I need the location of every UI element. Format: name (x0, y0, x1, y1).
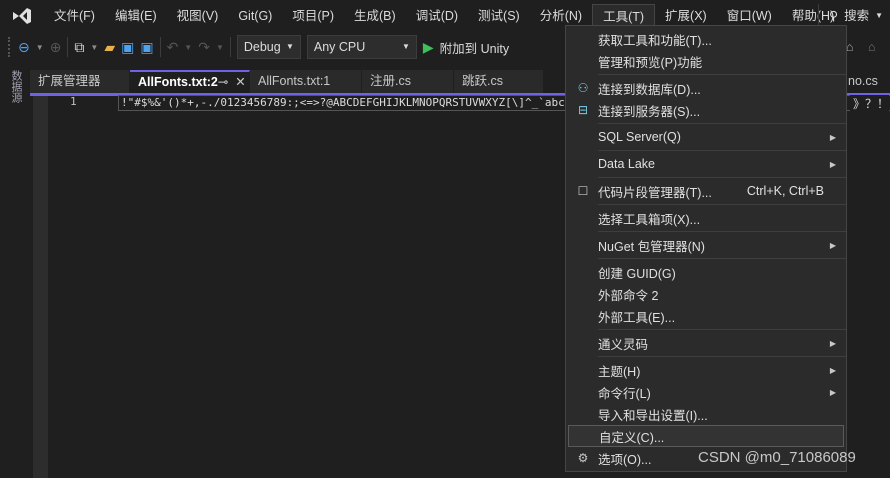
plug-database-icon: ⚇ (577, 81, 589, 95)
menu-1[interactable]: 编辑(E) (105, 4, 167, 28)
menu-item-label: 选择工具箱项(X)... (598, 212, 701, 227)
visual-studio-logo-icon[interactable] (0, 0, 44, 32)
tools-menu-item[interactable]: 选择工具箱项(X)... (568, 207, 844, 229)
line-number: 1 (70, 95, 77, 108)
tools-menu-dropdown: 获取工具和功能(T)... 管理和预览(P)功能 ⚇ 连接到数据库(D)... ⊟ 连接到… (565, 25, 847, 472)
play-icon[interactable]: ▶ (423, 39, 434, 56)
submenu-arrow-icon: ▶ (829, 365, 836, 375)
tools-menu-item[interactable]: 外部工具(E)... (568, 305, 844, 327)
attach-unity-button[interactable]: 附加到 Unity (440, 38, 509, 57)
search-label: 搜索 (844, 9, 870, 23)
shortcut-label: Ctrl+K, Ctrl+B (746, 184, 824, 198)
tab-extension-manager[interactable]: 扩展管理器 (30, 70, 130, 93)
menu-4[interactable]: 项目(P) (282, 4, 344, 28)
tools-menu-item[interactable]: 主题(H) ▶ (568, 359, 844, 381)
editor-gutter (33, 96, 48, 478)
open-folder-icon[interactable]: ▰ (104, 39, 115, 56)
submenu-arrow-icon: ▶ (829, 387, 836, 397)
menu-item-label: 外部命令 2 (598, 288, 659, 303)
tab-label: 注册.cs (370, 74, 411, 88)
redo-icon[interactable]: ↷ (198, 39, 210, 56)
platform-value: Any CPU (313, 40, 366, 54)
chevron-down-icon[interactable]: ▼ (36, 43, 44, 52)
tools-menu-item[interactable]: ⚇ 连接到数据库(D)... (568, 77, 844, 99)
menu-item-label: 自定义(C)... (599, 430, 665, 445)
pin-icon[interactable]: ⊸ (218, 75, 228, 89)
menu-item-label: 创建 GUID(G) (598, 266, 676, 281)
tab-label: AllFonts.txt:2 (138, 75, 218, 89)
submenu-arrow-icon: ▶ (829, 159, 836, 169)
tools-menu-item[interactable]: 命令行(L) ▶ (568, 381, 844, 403)
tools-menu-item[interactable]: 导入和导出设置(I)... (568, 403, 844, 425)
tools-menu-item[interactable]: 获取工具和功能(T)... (568, 28, 844, 50)
menu-item-label: 连接到数据库(D)... (598, 82, 701, 97)
tools-menu-item[interactable]: 外部命令 2 (568, 283, 844, 305)
menu-item-label: NuGet 包管理器(N) (598, 239, 705, 254)
tools-menu-item[interactable]: ☐ 代码片段管理器(T)... Ctrl+K, Ctrl+B (568, 180, 844, 202)
toolbar-grip[interactable] (8, 37, 12, 57)
tools-menu-item[interactable]: 自定义(C)... (568, 425, 844, 447)
plug-server-icon: ⊟ (577, 103, 589, 117)
navigate-back-icon[interactable]: ⊖ (18, 39, 30, 56)
menu-5[interactable]: 生成(B) (344, 4, 406, 28)
tab-jump-cs[interactable]: 跳跃.cs (454, 70, 544, 93)
tab-register-cs[interactable]: 注册.cs (362, 70, 454, 93)
menu-item-label: Data Lake (598, 157, 655, 171)
data-sources-tab[interactable]: 数据源 (8, 70, 24, 103)
tools-menu-item[interactable]: 管理和预览(P)功能 (568, 50, 844, 72)
tab-label: 跳跃.cs (462, 74, 503, 88)
menu-7[interactable]: 测试(S) (468, 4, 530, 28)
menu-3[interactable]: Git(G) (228, 4, 282, 28)
chevron-down-icon[interactable]: ▼ (216, 43, 224, 52)
menu-item-label: 管理和预览(P)功能 (598, 55, 703, 70)
menu-6[interactable]: 调试(D) (406, 4, 468, 28)
tools-menu-item[interactable]: ⊟ 连接到服务器(S)... (568, 99, 844, 121)
tools-menu-item[interactable]: 创建 GUID(G) (568, 261, 844, 283)
submenu-arrow-icon: ▶ (829, 338, 836, 348)
bookmark-prev-icon[interactable]: ⌂ (868, 40, 876, 54)
menu-item-label: 导入和导出设置(I)... (598, 408, 708, 423)
save-icon[interactable]: ▣ (121, 39, 134, 56)
chevron-down-icon[interactable]: ▼ (184, 43, 192, 52)
menu-2[interactable]: 视图(V) (167, 4, 229, 28)
menu-item-label: 通义灵码 (598, 337, 649, 352)
menu-item-label: 连接到服务器(S)... (598, 104, 701, 119)
tools-menu-item[interactable]: NuGet 包管理器(N) ▶ (568, 234, 844, 256)
chevron-down-icon: ▼ (401, 42, 410, 51)
gear-icon: ⚙ (577, 451, 589, 465)
configuration-select[interactable]: Debug ▼ (236, 35, 301, 59)
platform-select[interactable]: Any CPU ▼ (306, 35, 417, 59)
tab-allfonts-1[interactable]: AllFonts.txt:1 (250, 70, 362, 93)
menu-item-label: SQL Server(Q) (598, 130, 681, 144)
tab-hidden[interactable]: no.cs (848, 74, 878, 88)
new-item-icon[interactable]: ⧉ (74, 39, 84, 56)
submenu-arrow-icon: ▶ (829, 240, 836, 250)
snippet-icon: ☐ (577, 184, 589, 198)
left-tool-strip (0, 66, 30, 478)
bookmark-icon[interactable]: ⌂ (846, 40, 854, 54)
configuration-value: Debug (243, 40, 281, 54)
tab-label: AllFonts.txt:1 (258, 74, 331, 88)
save-all-icon[interactable]: ▣ (140, 39, 153, 56)
submenu-arrow-icon: ▶ (829, 132, 836, 142)
navigate-forward-icon[interactable]: ⊕ (50, 39, 62, 56)
editor-line-end: 》？！ (850, 95, 890, 112)
chevron-down-icon: ▼ (875, 11, 884, 20)
menu-item-label: 外部工具(E)... (598, 310, 676, 325)
tab-label: 扩展管理器 (38, 74, 101, 88)
menu-item-label: 代码片段管理器(T)... (598, 185, 712, 200)
tab-allfonts-2[interactable]: AllFonts.txt:2 ⊸ ✕ (130, 70, 250, 93)
close-icon[interactable]: ✕ (235, 75, 245, 89)
tools-menu-item[interactable]: Data Lake ▶ (568, 153, 844, 175)
chevron-down-icon: ▼ (285, 42, 294, 51)
menu-0[interactable]: 文件(F) (44, 4, 105, 28)
watermark: CSDN @m0_71086089 (698, 449, 856, 466)
undo-icon[interactable]: ↶ (167, 39, 179, 56)
menu-item-label: 命令行(L) (598, 386, 651, 401)
menu-item-label: 获取工具和功能(T)... (598, 33, 712, 48)
menu-item-label: 主题(H) (598, 364, 641, 379)
tools-menu-item[interactable]: 通义灵码 ▶ (568, 332, 844, 354)
tools-menu-item[interactable]: SQL Server(Q) ▶ (568, 126, 844, 148)
chevron-down-icon[interactable]: ▼ (90, 43, 98, 52)
